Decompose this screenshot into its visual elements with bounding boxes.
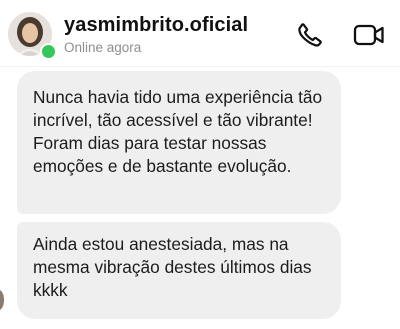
chat-username[interactable]: yasmimbrito.oficial — [64, 14, 248, 37]
header-divider — [0, 66, 400, 67]
online-status-dot-icon — [40, 43, 57, 60]
message-text: Nunca havia tido uma experiência tão inc… — [33, 87, 323, 130]
sender-mini-avatar — [0, 290, 4, 310]
video-call-button[interactable] — [352, 21, 386, 49]
video-camera-icon — [353, 24, 384, 46]
message-bubble[interactable]: Nunca havia tido uma experiência tão inc… — [17, 71, 341, 214]
call-button[interactable] — [296, 21, 324, 49]
dm-chat-screen: yasmimbrito.oficial Online agora Nunca h… — [0, 0, 400, 329]
message-bubble[interactable]: Ainda estou anestesiada, mas na mesma vi… — [17, 222, 341, 319]
phone-icon — [298, 23, 322, 47]
message-text: Foram dias para testar nossas emoções e … — [33, 133, 292, 176]
message-text: Ainda estou anestesiada, mas na mesma vi… — [33, 234, 312, 300]
chat-header: yasmimbrito.oficial Online agora — [0, 0, 400, 66]
online-status-text: Online agora — [64, 40, 142, 55]
